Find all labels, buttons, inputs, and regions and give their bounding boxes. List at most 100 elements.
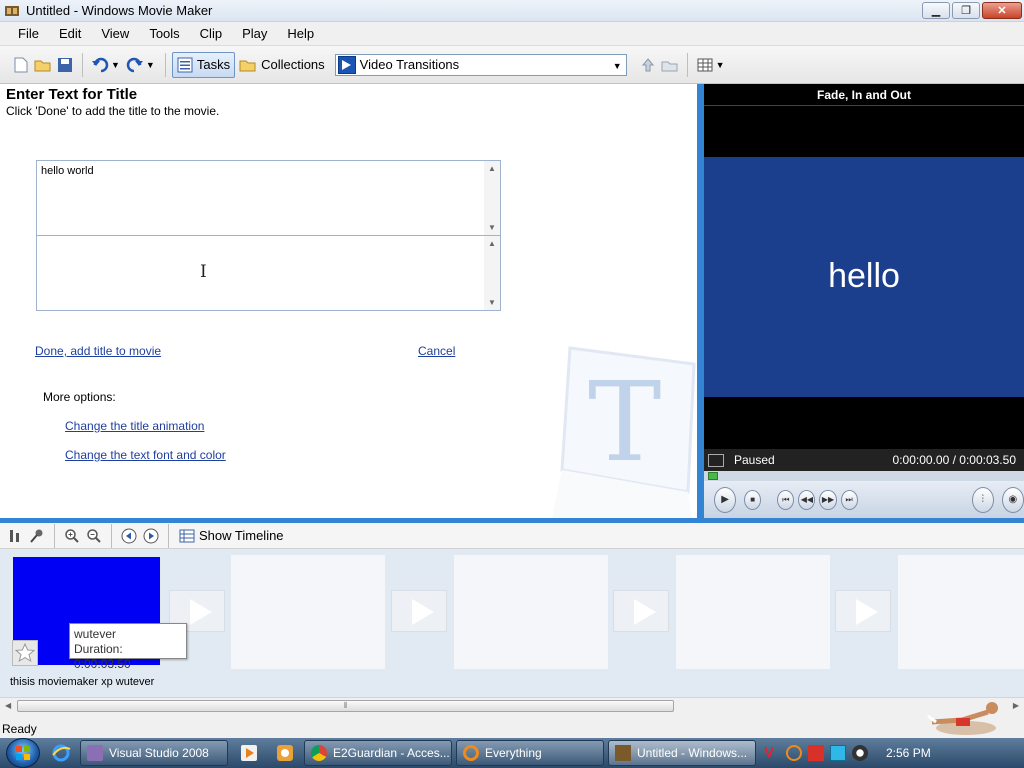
subtitle-text-input[interactable]: ▲ ▼ xyxy=(36,235,501,311)
collections-dropdown[interactable]: Video Transitions ▼ xyxy=(334,53,627,76)
scroll-up-icon[interactable]: ▲ xyxy=(488,164,496,173)
subtitle-text-scrollbar[interactable]: ▲ ▼ xyxy=(484,236,500,310)
show-timeline-label: Show Timeline xyxy=(199,528,284,543)
taskbar-movie-maker[interactable]: Untitled - Windows... xyxy=(608,740,756,766)
empty-clip-slot[interactable] xyxy=(898,555,1024,669)
tray-display-icon[interactable] xyxy=(830,745,846,761)
taskbar-visual-studio[interactable]: Visual Studio 2008 xyxy=(80,740,228,766)
collections-button[interactable]: Collections xyxy=(235,52,329,78)
ie-icon[interactable] xyxy=(46,740,76,766)
menu-view[interactable]: View xyxy=(91,26,139,41)
playback-time: 0:00:00.00 / 0:00:03.50 xyxy=(892,453,1016,467)
empty-clip-slot[interactable] xyxy=(454,555,608,669)
menu-play[interactable]: Play xyxy=(232,26,277,41)
tasks-icon xyxy=(177,57,193,72)
menu-edit[interactable]: Edit xyxy=(49,26,91,41)
tray-v-icon[interactable]: V xyxy=(764,745,780,761)
show-timeline-button[interactable]: Show Timeline xyxy=(179,528,284,544)
collections-selected-value: Video Transitions xyxy=(359,57,460,72)
title-watermark-icon: T xyxy=(552,346,696,518)
windows-orb-icon[interactable] xyxy=(6,738,40,768)
change-title-animation-link[interactable]: Change the title animation xyxy=(65,419,204,433)
close-button[interactable]: ✕ xyxy=(982,2,1022,19)
scroll-up-icon[interactable]: ▲ xyxy=(488,239,496,248)
set-audio-levels-icon[interactable] xyxy=(4,526,26,546)
chrome-icon xyxy=(311,745,327,761)
scroll-down-icon[interactable]: ▼ xyxy=(488,298,496,307)
stop-button[interactable]: ■ xyxy=(744,489,762,510)
scrollbar-thumb[interactable]: ⦀ xyxy=(17,700,674,712)
transition-slot[interactable] xyxy=(613,590,669,632)
cancel-link[interactable]: Cancel xyxy=(418,344,455,358)
scroll-left-icon[interactable]: ◀ xyxy=(5,701,11,710)
title-text-input[interactable]: hello world ▲ ▼ xyxy=(36,160,501,236)
toolbar-separator xyxy=(164,52,166,77)
title-text-scrollbar[interactable]: ▲ ▼ xyxy=(484,161,500,235)
chevron-down-icon[interactable]: ▼ xyxy=(613,61,622,71)
playback-status: Paused xyxy=(734,453,775,467)
paint-icon[interactable] xyxy=(270,740,300,766)
taskbar-item-label: Visual Studio 2008 xyxy=(109,746,209,760)
menu-clip[interactable]: Clip xyxy=(190,26,232,41)
minimize-button[interactable]: ▁ xyxy=(922,2,950,19)
play-button[interactable]: ▶ xyxy=(714,486,737,513)
redo-icon[interactable] xyxy=(124,54,146,76)
take-picture-button[interactable]: ◉ xyxy=(1001,486,1024,513)
undo-icon[interactable] xyxy=(89,54,111,76)
storyboard: wutever Duration: 0:00:03.50 thisis movi… xyxy=(0,549,1024,697)
maximize-button[interactable]: ❐ xyxy=(952,2,980,19)
zoom-in-icon[interactable] xyxy=(61,526,83,546)
empty-clip-slot[interactable] xyxy=(231,555,385,669)
tray-flag-icon[interactable] xyxy=(808,745,824,761)
collections-folder-icon xyxy=(239,60,256,71)
movie-maker-icon xyxy=(5,5,19,16)
menu-tools[interactable]: Tools xyxy=(139,26,189,41)
taskbar-everything[interactable]: Everything xyxy=(456,740,604,766)
tray-volume-icon[interactable] xyxy=(852,745,868,761)
open-icon[interactable] xyxy=(32,54,54,76)
window-controls: ▁ ❐ ✕ xyxy=(922,2,1022,19)
seek-thumb[interactable] xyxy=(708,472,718,480)
system-tray: V xyxy=(764,745,868,761)
done-add-title-link[interactable]: Done, add title to movie xyxy=(35,344,161,358)
up-folder-icon[interactable] xyxy=(637,54,659,76)
redo-dropdown-icon[interactable]: ▼ xyxy=(146,60,155,70)
rewind-button[interactable]: ◀◀ xyxy=(798,489,816,510)
forward-button[interactable]: ▶▶ xyxy=(819,489,837,510)
visual-studio-icon xyxy=(87,745,103,761)
view-dropdown-icon[interactable]: ▼ xyxy=(716,60,725,70)
transition-slot[interactable] xyxy=(391,590,447,632)
seek-bar[interactable] xyxy=(704,471,1024,481)
previous-frame-button[interactable]: ⏮ xyxy=(777,489,795,510)
rewind-storyboard-icon[interactable] xyxy=(118,526,140,546)
media-player-icon[interactable] xyxy=(234,740,264,766)
narrate-icon[interactable] xyxy=(26,526,48,546)
view-icon[interactable] xyxy=(694,54,716,76)
video-preview: hello xyxy=(704,157,1024,397)
transition-slot[interactable] xyxy=(835,590,891,632)
scroll-right-icon[interactable]: ▶ xyxy=(1013,701,1019,710)
save-icon[interactable] xyxy=(54,54,76,76)
new-icon[interactable] xyxy=(10,54,32,76)
zoom-out-icon[interactable] xyxy=(83,526,105,546)
change-font-color-link[interactable]: Change the text font and color xyxy=(65,448,226,462)
preview-text: hello xyxy=(828,257,900,295)
new-folder-icon[interactable] xyxy=(659,54,681,76)
runner-mascot-icon xyxy=(927,702,998,735)
tasks-button[interactable]: Tasks xyxy=(171,51,236,78)
scroll-down-icon[interactable]: ▼ xyxy=(488,223,496,232)
play-storyboard-icon[interactable] xyxy=(140,526,162,546)
transition-icon xyxy=(337,55,356,74)
storyboard-scrollbar[interactable]: ◀ ⦀ ▶ xyxy=(0,697,1024,714)
menu-file[interactable]: File xyxy=(8,26,49,41)
split-clip-button[interactable]: ⫶ xyxy=(971,486,994,513)
pane-divider[interactable] xyxy=(697,84,704,518)
menu-help[interactable]: Help xyxy=(277,26,324,41)
empty-clip-slot[interactable] xyxy=(676,555,830,669)
undo-dropdown-icon[interactable]: ▼ xyxy=(111,60,120,70)
next-frame-button[interactable]: ⏭ xyxy=(840,489,858,510)
monitor-icon xyxy=(708,453,724,467)
taskbar-e2guardian[interactable]: E2Guardian - Acces... xyxy=(304,740,452,766)
tray-search-icon[interactable] xyxy=(786,745,802,761)
collections-label: Collections xyxy=(261,57,325,72)
